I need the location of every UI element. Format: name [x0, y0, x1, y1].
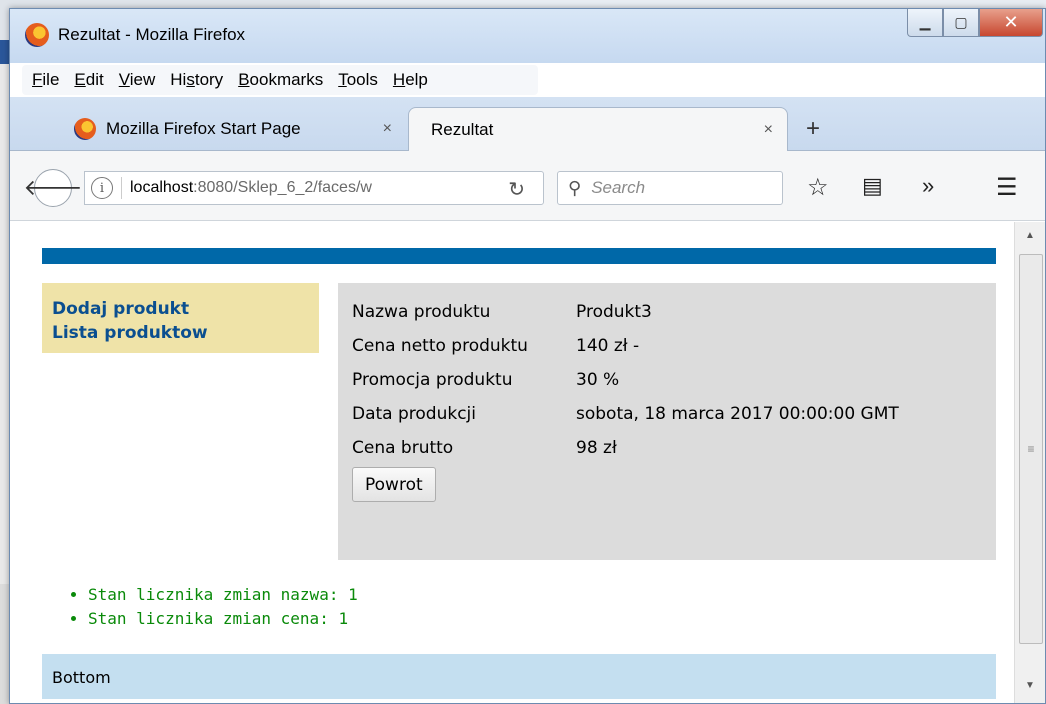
scroll-thumb[interactable]: ≡ — [1019, 254, 1043, 644]
tab-rezultat[interactable]: Rezultat × — [408, 107, 788, 151]
firefox-logo-icon — [25, 23, 49, 47]
list-item: Stan licznika zmian nazwa: 1 — [88, 583, 358, 607]
menu-item-text: dit — [85, 70, 104, 89]
menu-item[interactable]: File — [32, 70, 59, 90]
menu-item-text: ookmarks — [249, 70, 324, 89]
row-label: Cena brutto — [352, 438, 454, 458]
reader-library-icon[interactable]: ▤ — [862, 173, 883, 199]
table-row: Nazwa produktu Produkt3 — [352, 295, 899, 329]
new-tab-button[interactable]: + — [806, 115, 820, 143]
menu-item-accel: V — [118, 70, 130, 89]
menu-items: File Edit View History Bookmarks Tools Help — [22, 65, 538, 95]
menu-item[interactable]: History — [170, 70, 223, 90]
menu-item[interactable]: Help — [393, 70, 428, 90]
menu-item[interactable]: Bookmarks — [238, 70, 323, 90]
tab-start-page[interactable]: Mozilla Firefox Start Page × — [60, 107, 406, 151]
header-band — [42, 248, 996, 264]
link-dodaj-produkt[interactable]: Dodaj produkt — [52, 297, 309, 321]
menu-item-text: ools — [346, 70, 378, 89]
counter-list: Stan licznika zmian nazwa: 1 Stan liczni… — [88, 583, 358, 631]
table-row: Promocja produktu 30 % — [352, 363, 899, 397]
menu-item-accel: B — [238, 70, 250, 89]
powrot-button[interactable]: Powrot — [352, 467, 436, 502]
menu-item-accel: E — [74, 70, 86, 89]
footer-bar: Bottom — [42, 654, 996, 699]
row-label: Nazwa produktu — [352, 302, 491, 322]
row-label: Data produkcji — [352, 404, 477, 424]
window-controls: ▁ ▢ ✕ — [907, 9, 1043, 39]
row-label: Promocja produktu — [352, 370, 513, 390]
minimize-button[interactable]: ▁ — [907, 9, 943, 37]
tab-strip: Mozilla Firefox Start Page × Rezultat × … — [10, 97, 1045, 151]
back-button[interactable]: 🡐 — [24, 169, 83, 207]
search-input[interactable]: ⚲ Search — [557, 171, 783, 205]
overflow-chevron-icon[interactable]: » — [922, 173, 934, 199]
menu-item-text: elp — [405, 70, 428, 89]
tab-close-icon[interactable]: × — [383, 120, 392, 138]
page-viewport: Dodaj produkt Lista produktow Nazwa prod… — [10, 222, 1014, 703]
bookmark-star-icon[interactable]: ☆ — [807, 173, 829, 202]
scroll-up-arrow-icon[interactable]: ▲ — [1025, 230, 1035, 241]
tab-label: Rezultat — [431, 119, 494, 139]
link-lista-produktow[interactable]: Lista produktow — [52, 321, 309, 345]
navigation-toolbar: 🡐 i localhost:8080/Sklep_6_2/faces/w ↻ ⚲… — [10, 151, 1045, 221]
menu-item-text: tory — [194, 70, 224, 89]
url-path: :8080/Sklep_6_2/faces/w — [193, 179, 372, 196]
table-row: Data produkcji sobota, 18 marca 2017 00:0… — [352, 397, 899, 431]
side-navigation: Dodaj produkt Lista produktow — [42, 283, 319, 353]
tab-close-icon[interactable]: × — [764, 121, 773, 139]
row-value: Produkt3 — [576, 302, 652, 322]
url-bar[interactable]: i localhost:8080/Sklep_6_2/faces/w ↻ — [84, 171, 544, 205]
menu-item-text: ile — [42, 70, 60, 89]
search-placeholder: Search — [591, 178, 646, 197]
hamburger-menu-icon[interactable]: ☰ — [996, 173, 1018, 202]
firefox-logo-icon — [74, 118, 96, 140]
row-value: 140 zł - — [576, 336, 640, 356]
row-label: Cena netto produktu — [352, 336, 528, 356]
menu-item-accel: H — [392, 70, 406, 89]
menu-item[interactable]: Edit — [74, 70, 103, 90]
table-row: Cena brutto 98 zł — [352, 431, 899, 465]
url-separator — [121, 177, 122, 199]
menu-item-accel: s — [186, 70, 195, 89]
menu-item-accel: F — [32, 70, 43, 89]
menu-item[interactable]: Tools — [338, 70, 378, 90]
row-value: sobota, 18 marca 2017 00:00:00 GMT — [576, 404, 899, 424]
list-item: Stan licznika zmian cena: 1 — [88, 607, 358, 631]
maximize-button[interactable]: ▢ — [943, 9, 979, 37]
menu-bar: File Edit View History Bookmarks Tools Help — [10, 63, 1045, 97]
firefox-window: Rezultat - Mozilla Firefox ▁ ▢ ✕ File Edi… — [9, 8, 1046, 704]
table-row: Cena netto produktu 140 zł - — [352, 329, 899, 363]
menu-item-text: Hi — [170, 70, 187, 89]
menu-item-accel: T — [338, 70, 347, 89]
window-title: Rezultat - Mozilla Firefox — [58, 25, 246, 44]
url-text[interactable]: localhost:8080/Sklep_6_2/faces/w — [130, 179, 460, 197]
menu-item-text: iew — [129, 70, 156, 89]
search-icon: ⚲ — [568, 177, 582, 198]
close-button[interactable]: ✕ — [979, 9, 1043, 37]
reload-icon[interactable]: ↻ — [508, 177, 525, 202]
title-bar[interactable]: Rezultat - Mozilla Firefox ▁ ▢ ✕ — [10, 9, 1045, 63]
product-details-table: Nazwa produktu Produkt3 Cena netto produkt… — [352, 295, 899, 465]
vertical-scrollbar[interactable]: ▲ ≡ ▼ — [1014, 222, 1045, 703]
row-value: 30 % — [576, 370, 620, 390]
row-value: 98 zł — [576, 438, 617, 458]
url-host: localhost — [130, 179, 194, 196]
tab-label: Mozilla Firefox Start Page — [106, 119, 301, 138]
product-details-panel: Nazwa produktu Produkt3 Cena netto produkt… — [338, 283, 996, 560]
menu-item[interactable]: View — [119, 70, 156, 90]
scroll-down-arrow-icon[interactable]: ▼ — [1025, 680, 1035, 691]
info-icon[interactable]: i — [91, 177, 113, 199]
